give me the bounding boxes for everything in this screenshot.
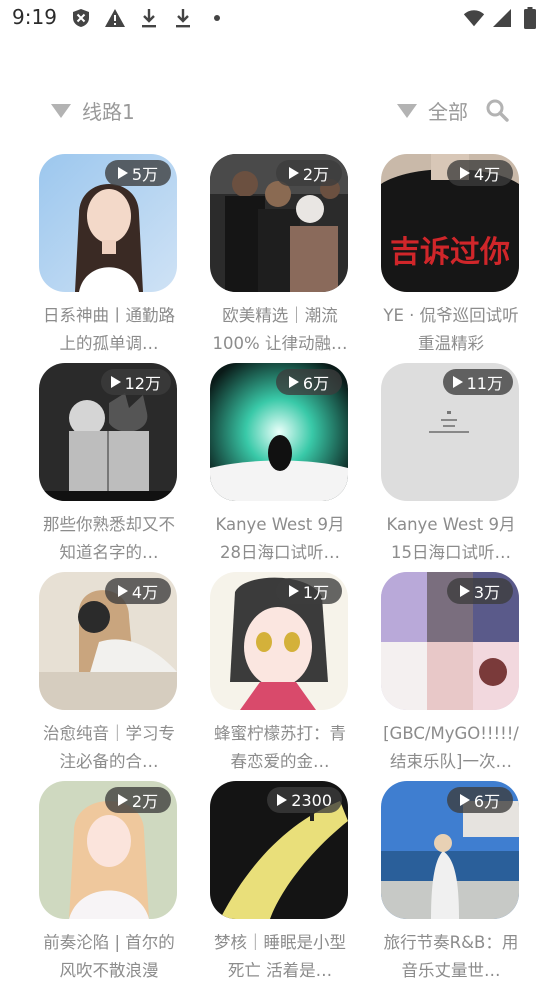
play-count-badge: 5万 bbox=[105, 160, 171, 186]
shield-icon bbox=[70, 7, 92, 29]
play-icon bbox=[117, 167, 128, 179]
playlist-cover: 1万 bbox=[210, 572, 348, 710]
play-icon bbox=[459, 585, 470, 597]
route-selector[interactable]: 线路1 bbox=[50, 96, 135, 125]
triangle-down-icon bbox=[397, 103, 417, 118]
play-count-badge: 6万 bbox=[276, 369, 342, 395]
play-count-badge: 2万 bbox=[276, 160, 342, 186]
playlist-card[interactable]: 12万 那些你熟悉却又不知道名字的… bbox=[39, 363, 179, 567]
playlist-card[interactable]: 2万 欧美精选｜潮流100% 让律动融… bbox=[210, 154, 350, 358]
play-icon bbox=[288, 167, 299, 179]
signal-icon bbox=[491, 7, 513, 29]
play-count-badge: 2300 bbox=[267, 787, 342, 813]
search-icon[interactable] bbox=[485, 98, 509, 122]
triangle-down-icon bbox=[51, 103, 71, 118]
playlist-card[interactable]: 6万 旅行节奏R&B：用音乐丈量世… bbox=[381, 781, 521, 984]
cover-text: 吉诉过你 bbox=[390, 235, 510, 270]
warning-icon bbox=[104, 7, 126, 29]
playlist-title: Kanye West 9月28日海口试听… bbox=[215, 515, 345, 562]
playlist-title: 蜂蜜柠檬苏打：青春恋爱的金… bbox=[214, 724, 346, 771]
status-time: 9:19 bbox=[12, 5, 57, 29]
system-icons bbox=[463, 7, 541, 29]
play-count-badge: 1万 bbox=[276, 578, 342, 604]
playlist-card[interactable]: 4万 治愈纯音｜学习专注必备的合… bbox=[39, 572, 179, 776]
playlist-card[interactable]: 11万 Kanye West 9月15日海口试听… bbox=[381, 363, 521, 567]
playlist-cover: 4万 bbox=[39, 572, 177, 710]
play-count-badge: 2万 bbox=[105, 787, 171, 813]
playlist-cover: 6万 bbox=[210, 363, 348, 501]
playlist-cover: 吉诉过你 4万 bbox=[381, 154, 519, 292]
playlist-title: 前奏沦陷 | 首尔的风吹不散浪漫 bbox=[43, 933, 175, 980]
playlist-title: 梦核｜睡眠是小型死亡 活着是… bbox=[214, 933, 346, 980]
play-count-badge: 11万 bbox=[442, 369, 513, 395]
playlist-cover: 2万 bbox=[39, 781, 177, 919]
playlist-cover: 2300 bbox=[210, 781, 348, 919]
playlist-cover: 2万 bbox=[210, 154, 348, 292]
download-icon bbox=[138, 7, 160, 29]
playlist-card[interactable]: 2万 前奏沦陷 | 首尔的风吹不散浪漫 bbox=[39, 781, 179, 984]
playlist-cover: 6万 bbox=[381, 781, 519, 919]
playlist-title: 欧美精选｜潮流100% 让律动融… bbox=[212, 306, 348, 353]
wifi-icon bbox=[463, 7, 485, 29]
play-icon bbox=[459, 794, 470, 806]
playlist-card[interactable]: 5万 日系神曲丨通勤路上的孤单调… bbox=[39, 154, 179, 358]
notification-icons bbox=[70, 7, 228, 29]
playlist-card[interactable]: 2300 梦核｜睡眠是小型死亡 活着是… bbox=[210, 781, 350, 984]
play-icon bbox=[117, 585, 128, 597]
category-filter[interactable]: 全部 bbox=[396, 96, 468, 125]
playlist-title: 治愈纯音｜学习专注必备的合… bbox=[43, 724, 175, 771]
play-count-badge: 4万 bbox=[105, 578, 171, 604]
dot-icon bbox=[206, 7, 228, 29]
playlist-card[interactable]: 1万 蜂蜜柠檬苏打：青春恋爱的金… bbox=[210, 572, 350, 776]
play-icon bbox=[110, 376, 121, 388]
playlist-card[interactable]: 6万 Kanye West 9月28日海口试听… bbox=[210, 363, 350, 567]
playlist-title: 旅行节奏R&B：用音乐丈量世… bbox=[383, 933, 519, 980]
playlist-cover: 12万 bbox=[39, 363, 177, 501]
play-count-badge: 12万 bbox=[100, 369, 171, 395]
play-icon bbox=[277, 794, 288, 806]
playlist-title: [GBC/MyGO!!!!!/结束乐队]一次… bbox=[383, 724, 519, 771]
playlist-cover: 3万 bbox=[381, 572, 519, 710]
play-icon bbox=[288, 585, 299, 597]
play-icon bbox=[288, 376, 299, 388]
playlist-card[interactable]: 吉诉过你 4万 YE · 侃爷巡回试听 重温精彩 bbox=[381, 154, 521, 358]
toolbar: 线路1 全部 bbox=[0, 90, 555, 130]
battery-icon bbox=[519, 7, 541, 29]
playlist-card[interactable]: 3万 [GBC/MyGO!!!!!/结束乐队]一次… bbox=[381, 572, 521, 776]
play-count-badge: 3万 bbox=[447, 578, 513, 604]
status-bar: 9:19 bbox=[0, 0, 555, 36]
play-icon bbox=[452, 376, 463, 388]
playlist-cover: 5万 bbox=[39, 154, 177, 292]
route-label: 线路1 bbox=[82, 100, 135, 124]
playlist-cover: 11万 bbox=[381, 363, 519, 501]
playlist-title: 那些你熟悉却又不知道名字的… bbox=[43, 515, 175, 562]
play-count-badge: 6万 bbox=[447, 787, 513, 813]
play-icon bbox=[459, 167, 470, 179]
play-icon bbox=[117, 794, 128, 806]
playlist-title: Kanye West 9月15日海口试听… bbox=[386, 515, 516, 562]
play-count-badge: 4万 bbox=[447, 160, 513, 186]
playlist-title: 日系神曲丨通勤路上的孤单调… bbox=[43, 306, 175, 353]
filter-label: 全部 bbox=[428, 100, 468, 124]
download-icon bbox=[172, 7, 194, 29]
playlist-title: YE · 侃爷巡回试听 重温精彩 bbox=[383, 306, 519, 353]
